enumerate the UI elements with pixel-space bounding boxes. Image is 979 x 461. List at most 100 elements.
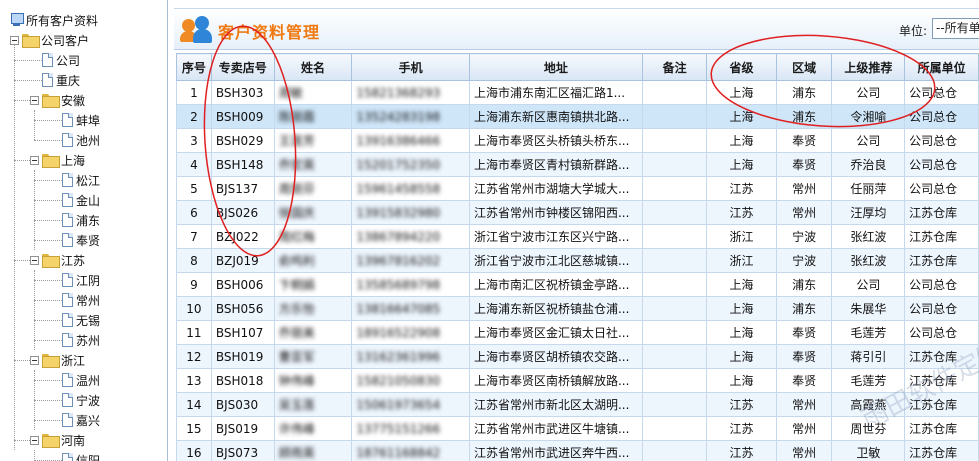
tree-node-leaf[interactable]: 嘉兴: [62, 410, 100, 430]
cell-referrer: 令湘喻: [831, 104, 906, 129]
table-row[interactable]: 16 BJS073 顾雨英 18761168842 江苏省常州市武进区奔牛西... 江苏常…: [176, 440, 979, 461]
cell-note: [641, 104, 708, 129]
tree-node-folder[interactable]: 河南: [30, 430, 85, 450]
table-row[interactable]: 11 BSH107 乔丽美 18916522908 上海市奉贤区金汇镇太日社... 上海奉…: [176, 320, 979, 345]
table-row[interactable]: 9 BSH006 卞桐娟 13585689798 上海市南汇区祝桥镇金亭路... 上海 浦东…: [176, 272, 979, 297]
computer-icon: [10, 13, 24, 27]
table-row[interactable]: 5 BJS137 周丽芬 15961458558 江苏省常州市湖塘大学城大... 江苏 常州…: [176, 176, 979, 201]
tree-node-leaf[interactable]: 苏州: [62, 330, 100, 350]
tree-node-leaf[interactable]: 信阳: [62, 450, 100, 461]
cell-name: 乔宏英: [273, 152, 353, 177]
column-header[interactable]: 上级推荐: [831, 53, 906, 81]
cell-no: 1: [176, 80, 212, 105]
column-header[interactable]: 省级: [706, 53, 777, 81]
table-row[interactable]: 2 BSH009 陈丽霞 13524283198 上海浦东新区惠南镇拱北路... 上海 浦东…: [176, 104, 979, 129]
cell-note: [641, 272, 708, 297]
cell-store: BSH019: [210, 344, 275, 369]
cell-referrer: 毛莲芳: [831, 368, 906, 393]
tree-node-leaf[interactable]: 松江: [62, 170, 100, 190]
table-row[interactable]: 6 BJS026 徐国庆 13915832980 江苏省常州市钟楼区锦阳西... 江苏 常州…: [176, 200, 979, 225]
table-row[interactable]: 10 BSH056 方乐怡 13816647085 上海浦东新区祝桥镇盐仓浦... 上海浦…: [176, 296, 979, 321]
cell-phone: 15961458558: [351, 176, 470, 201]
column-header[interactable]: 地址: [468, 53, 643, 81]
tree-node-leaf[interactable]: 常州: [62, 290, 100, 310]
document-icon: [62, 233, 73, 247]
tree-node-folder[interactable]: 江苏: [30, 250, 85, 270]
cell-name-text: 王莲芳: [278, 134, 315, 148]
tree-node-company[interactable]: 公司客户: [10, 30, 89, 50]
table-row[interactable]: 8 BZJ019 俞鸣利 13967816202 浙江省宁波市江北区慈城镇... 浙江 宁波…: [176, 248, 979, 273]
cell-referrer: 卫敏: [831, 440, 906, 461]
cell-phone-text: 18761168842: [356, 445, 441, 460]
tree-node-label: 浙江: [61, 353, 86, 368]
collapse-toggle-icon[interactable]: [30, 435, 39, 445]
tree-node-leaf[interactable]: 重庆: [42, 70, 80, 90]
tree-node-leaf[interactable]: 浦东: [62, 210, 100, 230]
tree-root[interactable]: 所有客户资料: [10, 10, 98, 30]
cell-phone: 15061973654: [351, 392, 470, 417]
cell-province: 上海: [706, 320, 777, 345]
cell-store: BSH148: [210, 152, 275, 177]
tree-node-label: 金山: [76, 193, 101, 208]
cell-no: 13: [176, 368, 212, 393]
tree-node-leaf[interactable]: 池州: [62, 130, 100, 150]
cell-region: 奉贤: [775, 320, 833, 345]
table-row[interactable]: 13 BSH018 钟伟峰 15821050830 上海市奉贤区南桥镇解放路... 上海奉…: [176, 368, 979, 393]
collapse-toggle-icon[interactable]: [30, 355, 39, 365]
column-header[interactable]: 所属单位: [904, 53, 979, 81]
tree-node-leaf[interactable]: 奉贤: [62, 230, 100, 250]
tree-node-folder[interactable]: 安徽: [30, 90, 85, 110]
cell-phone: 13816647085: [351, 296, 470, 321]
cell-note: [641, 368, 708, 393]
cell-phone: 13775151266: [351, 416, 470, 441]
table-row[interactable]: 7 BZJ022 周红梅 13867894220 浙江省宁波市江东区兴宁路... 浙江 宁波…: [176, 224, 979, 249]
document-icon: [62, 193, 73, 207]
cell-name-text: 徐国庆: [278, 206, 315, 220]
cell-province: 江苏: [706, 392, 777, 417]
table-row[interactable]: 12 BSH019 曹亚军 13162361996 上海市奉贤区胡桥镇农交路... 上海奉…: [176, 344, 979, 369]
table-row[interactable]: 14 BJS030 吴玉莲 15061973654 江苏省常州市新北区太湖明... 江苏常…: [176, 392, 979, 417]
collapse-toggle-icon[interactable]: [30, 95, 39, 105]
cell-province: 上海: [706, 344, 777, 369]
column-header[interactable]: 备注: [641, 53, 708, 81]
tree-node-leaf[interactable]: 无锡: [62, 310, 100, 330]
cell-no: 6: [176, 200, 212, 225]
column-header[interactable]: 专卖店号: [210, 53, 275, 81]
cell-region: 浦东: [775, 80, 833, 105]
collapse-toggle-icon[interactable]: [30, 255, 39, 265]
tree-node-folder[interactable]: 上海: [30, 150, 85, 170]
tree-node-leaf[interactable]: 金山: [62, 190, 100, 210]
cell-note: [641, 128, 708, 153]
tree-node-folder[interactable]: 浙江: [30, 350, 85, 370]
cell-no: 9: [176, 272, 212, 297]
cell-phone: 13916386466: [351, 128, 470, 153]
folder-open-icon: [42, 354, 60, 368]
table-row[interactable]: 4 BSH148 乔宏英 15201752350 上海市奉贤区青村镇新群路... 上海 奉贤…: [176, 152, 979, 177]
column-header[interactable]: 手机: [351, 53, 470, 81]
column-header[interactable]: 序号: [176, 53, 212, 81]
cell-phone: 13967816202: [351, 248, 470, 273]
column-header[interactable]: 区域: [775, 53, 833, 81]
cell-name-text: 顾雨英: [278, 446, 315, 460]
unit-select[interactable]: --所有单位--: [932, 18, 979, 39]
cell-referrer: 毛莲芳: [831, 320, 906, 345]
table-row[interactable]: 15 BJS019 许伟峰 13775151266 江苏省常州市武进区牛塘镇... 江苏常…: [176, 416, 979, 441]
tree-node-leaf[interactable]: 蚌埠: [62, 110, 100, 130]
collapse-toggle-icon[interactable]: [10, 35, 19, 45]
tree-node-leaf[interactable]: 温州: [62, 370, 100, 390]
cell-phone-text: 13162361996: [356, 349, 441, 364]
table-row[interactable]: 1 BSH303 周敏 15821368293 上海市浦东南汇区福汇路1... 上海 浦东公…: [176, 80, 979, 105]
document-icon: [62, 453, 73, 461]
tree-node-label: 公司客户: [41, 33, 90, 48]
tree-node-label: 无锡: [76, 313, 101, 328]
table-row[interactable]: 3 BSH029 王莲芳 13916386466 上海市奉贤区头桥镇头桥东... 上海 奉贤…: [176, 128, 979, 153]
column-header[interactable]: 姓名: [273, 53, 353, 81]
collapse-toggle-icon[interactable]: [30, 155, 39, 165]
tree-node-leaf[interactable]: 江阴: [62, 270, 100, 290]
tree-node-label: 重庆: [56, 73, 81, 88]
cell-unit: 江苏仓库: [904, 416, 979, 441]
tree-node-leaf[interactable]: 宁波: [62, 390, 100, 410]
cell-store: BJS073: [210, 440, 275, 461]
folder-open-icon: [42, 254, 60, 268]
tree-node-leaf[interactable]: 公司: [42, 50, 80, 70]
